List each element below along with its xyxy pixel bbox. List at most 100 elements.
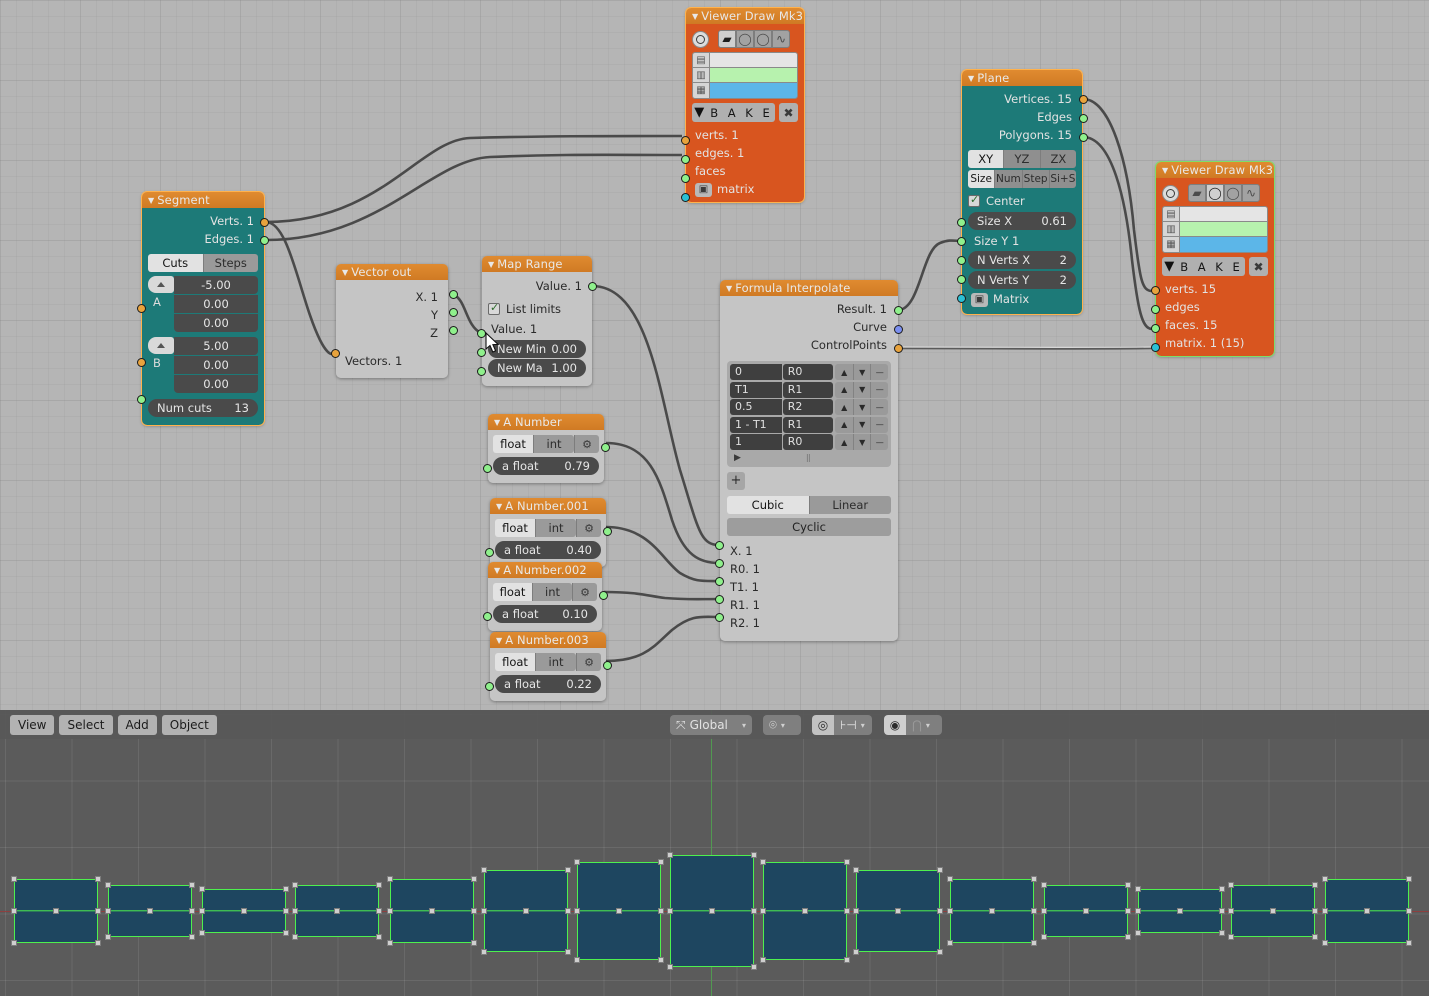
- quad-vertex[interactable]: [853, 949, 859, 955]
- quad-center-vertex[interactable]: [895, 908, 901, 914]
- quad-vertex[interactable]: [1219, 930, 1225, 936]
- collapse-triangle-icon[interactable]: ▼: [496, 499, 502, 515]
- input-vectors[interactable]: Vectors. 1: [342, 352, 442, 370]
- quad-vertex[interactable]: [937, 908, 943, 914]
- quad-vertex[interactable]: [292, 882, 298, 888]
- output-polygons[interactable]: Polygons. 15: [968, 126, 1076, 144]
- vector-a-y[interactable]: 0.00: [174, 295, 258, 313]
- output-result[interactable]: Result. 1: [727, 300, 891, 318]
- quad-vertex[interactable]: [574, 859, 580, 865]
- quad-center-vertex[interactable]: [989, 908, 995, 914]
- node-editor-area[interactable]: .lk { fill:none; stroke:#4a4a4a; stroke-…: [0, 0, 1429, 710]
- node-header[interactable]: ▼ Map Range: [482, 256, 592, 272]
- tab-cuts[interactable]: Cuts: [148, 254, 204, 272]
- cell-r[interactable]: R1: [782, 416, 834, 433]
- type-tabs[interactable]: float int: [495, 519, 576, 537]
- vector-a-expand-button[interactable]: [148, 276, 174, 293]
- input-verts[interactable]: verts. 1: [692, 126, 798, 144]
- vector-b-x[interactable]: 5.00: [174, 337, 258, 355]
- quad-vertex[interactable]: [387, 908, 393, 914]
- circle-icon[interactable]: ◯: [1224, 184, 1242, 202]
- quad-center-vertex[interactable]: [616, 908, 622, 914]
- a-float-field[interactable]: a float 0.79: [493, 457, 599, 475]
- menu-select[interactable]: Select: [59, 715, 113, 735]
- tab-step[interactable]: Step: [1022, 170, 1050, 188]
- node-plane[interactable]: ▼ Plane Vertices. 15 Edges Polygons. 15 X…: [957, 69, 1088, 315]
- collapse-triangle-icon[interactable]: ▼: [494, 563, 500, 579]
- row-down-arrow-icon[interactable]: ▼: [852, 416, 871, 433]
- socket-out-result[interactable]: [894, 306, 903, 315]
- quad-center-vertex[interactable]: [53, 908, 59, 914]
- vector-b-expand-button[interactable]: [148, 337, 174, 354]
- quad-vertex[interactable]: [189, 882, 195, 888]
- plane-orientation-tabs[interactable]: XY YZ ZX: [968, 150, 1076, 168]
- tab-zx[interactable]: ZX: [1040, 150, 1076, 168]
- input-r0[interactable]: R0. 1: [727, 560, 891, 578]
- quad-vertex[interactable]: [947, 876, 953, 882]
- expand-arrow-icon[interactable]: ▶: [734, 453, 741, 463]
- xray-icon[interactable]: ✖: [1249, 257, 1268, 276]
- node-formula-interpolate[interactable]: ▼ Formula Interpolate Result. 1 Curve Con…: [715, 280, 903, 641]
- plane-mode-tabs[interactable]: Size Num Step Si+S: [968, 170, 1076, 188]
- gear-icon[interactable]: ⚙: [572, 583, 597, 601]
- row-up-arrow-icon[interactable]: ▲: [835, 364, 853, 380]
- add-row-button[interactable]: +: [727, 471, 745, 490]
- socket-in-nverts-y[interactable]: [957, 275, 966, 284]
- faces-color-swatch[interactable]: [710, 83, 797, 98]
- quad-center-vertex[interactable]: [334, 908, 340, 914]
- circle-outline-icon[interactable]: ◯: [736, 30, 754, 48]
- quad-vertex[interactable]: [937, 949, 943, 955]
- socket-matrix[interactable]: [681, 193, 690, 202]
- node-header[interactable]: ▼ Plane: [962, 70, 1082, 86]
- output-x[interactable]: X. 1: [342, 288, 442, 306]
- input-t1[interactable]: T1. 1: [727, 578, 891, 596]
- quad-vertex[interactable]: [1125, 882, 1131, 888]
- input-faces[interactable]: faces. 15: [1162, 316, 1268, 334]
- menu-view[interactable]: View: [10, 715, 55, 735]
- verts-color-swatch[interactable]: [710, 53, 797, 67]
- socket-out-z[interactable]: [449, 326, 458, 335]
- node-a-number-0[interactable]: ▼ A Number float int ⚙ a float 0.79: [483, 414, 610, 483]
- cell-r[interactable]: R1: [782, 381, 834, 398]
- quad-vertex[interactable]: [1135, 886, 1141, 892]
- quad-vertex[interactable]: [751, 852, 757, 858]
- quad-vertex[interactable]: [1406, 876, 1412, 882]
- input-edges[interactable]: edges. 1: [692, 144, 798, 162]
- faces-color-swatch[interactable]: [1180, 237, 1267, 252]
- cyclic-toggle[interactable]: Cyclic: [727, 517, 891, 536]
- tab-yz[interactable]: YZ: [1004, 150, 1041, 168]
- output-curve[interactable]: Curve: [727, 318, 891, 336]
- socket-in-a[interactable]: [137, 304, 146, 313]
- eye-icon[interactable]: [1162, 184, 1179, 202]
- vector-a-z[interactable]: 0.00: [174, 314, 258, 332]
- socket-in-r1[interactable]: [715, 595, 724, 604]
- quad-vertex[interactable]: [751, 964, 757, 970]
- quad-vertex[interactable]: [1041, 934, 1047, 940]
- quad-vertex[interactable]: [1406, 908, 1412, 914]
- row-up-arrow-icon[interactable]: ▲: [835, 416, 853, 433]
- quad-vertex[interactable]: [105, 934, 111, 940]
- cell-r[interactable]: R0: [782, 364, 834, 380]
- circle-icon[interactable]: ◯: [754, 30, 772, 48]
- quad-vertex[interactable]: [481, 908, 487, 914]
- row-up-arrow-icon[interactable]: ▲: [835, 434, 853, 450]
- cell-t[interactable]: 0.5: [730, 399, 782, 415]
- quad-vertex[interactable]: [1228, 934, 1234, 940]
- quad-vertex[interactable]: [95, 908, 101, 914]
- tab-float[interactable]: float: [493, 583, 533, 601]
- list-limits-checkbox[interactable]: List limits: [488, 300, 586, 317]
- socket-out-value[interactable]: [588, 282, 597, 291]
- output-value[interactable]: Value. 1: [488, 277, 586, 295]
- quad-vertex[interactable]: [1125, 908, 1131, 914]
- quad-vertex[interactable]: [1312, 908, 1318, 914]
- socket-in-float[interactable]: [483, 612, 492, 621]
- socket-out-y[interactable]: [449, 308, 458, 317]
- vector-a-x[interactable]: -5.00: [174, 276, 258, 294]
- table-row[interactable]: 0 R0 ▲ ▼ —: [730, 364, 888, 380]
- cell-t[interactable]: 1: [730, 434, 782, 450]
- socket-out-verts[interactable]: [260, 218, 269, 227]
- collapse-triangle-icon[interactable]: ▼: [968, 71, 974, 87]
- socket-in-r2[interactable]: [715, 613, 724, 622]
- quad-vertex[interactable]: [1031, 940, 1037, 946]
- socket-in-b[interactable]: [137, 358, 146, 367]
